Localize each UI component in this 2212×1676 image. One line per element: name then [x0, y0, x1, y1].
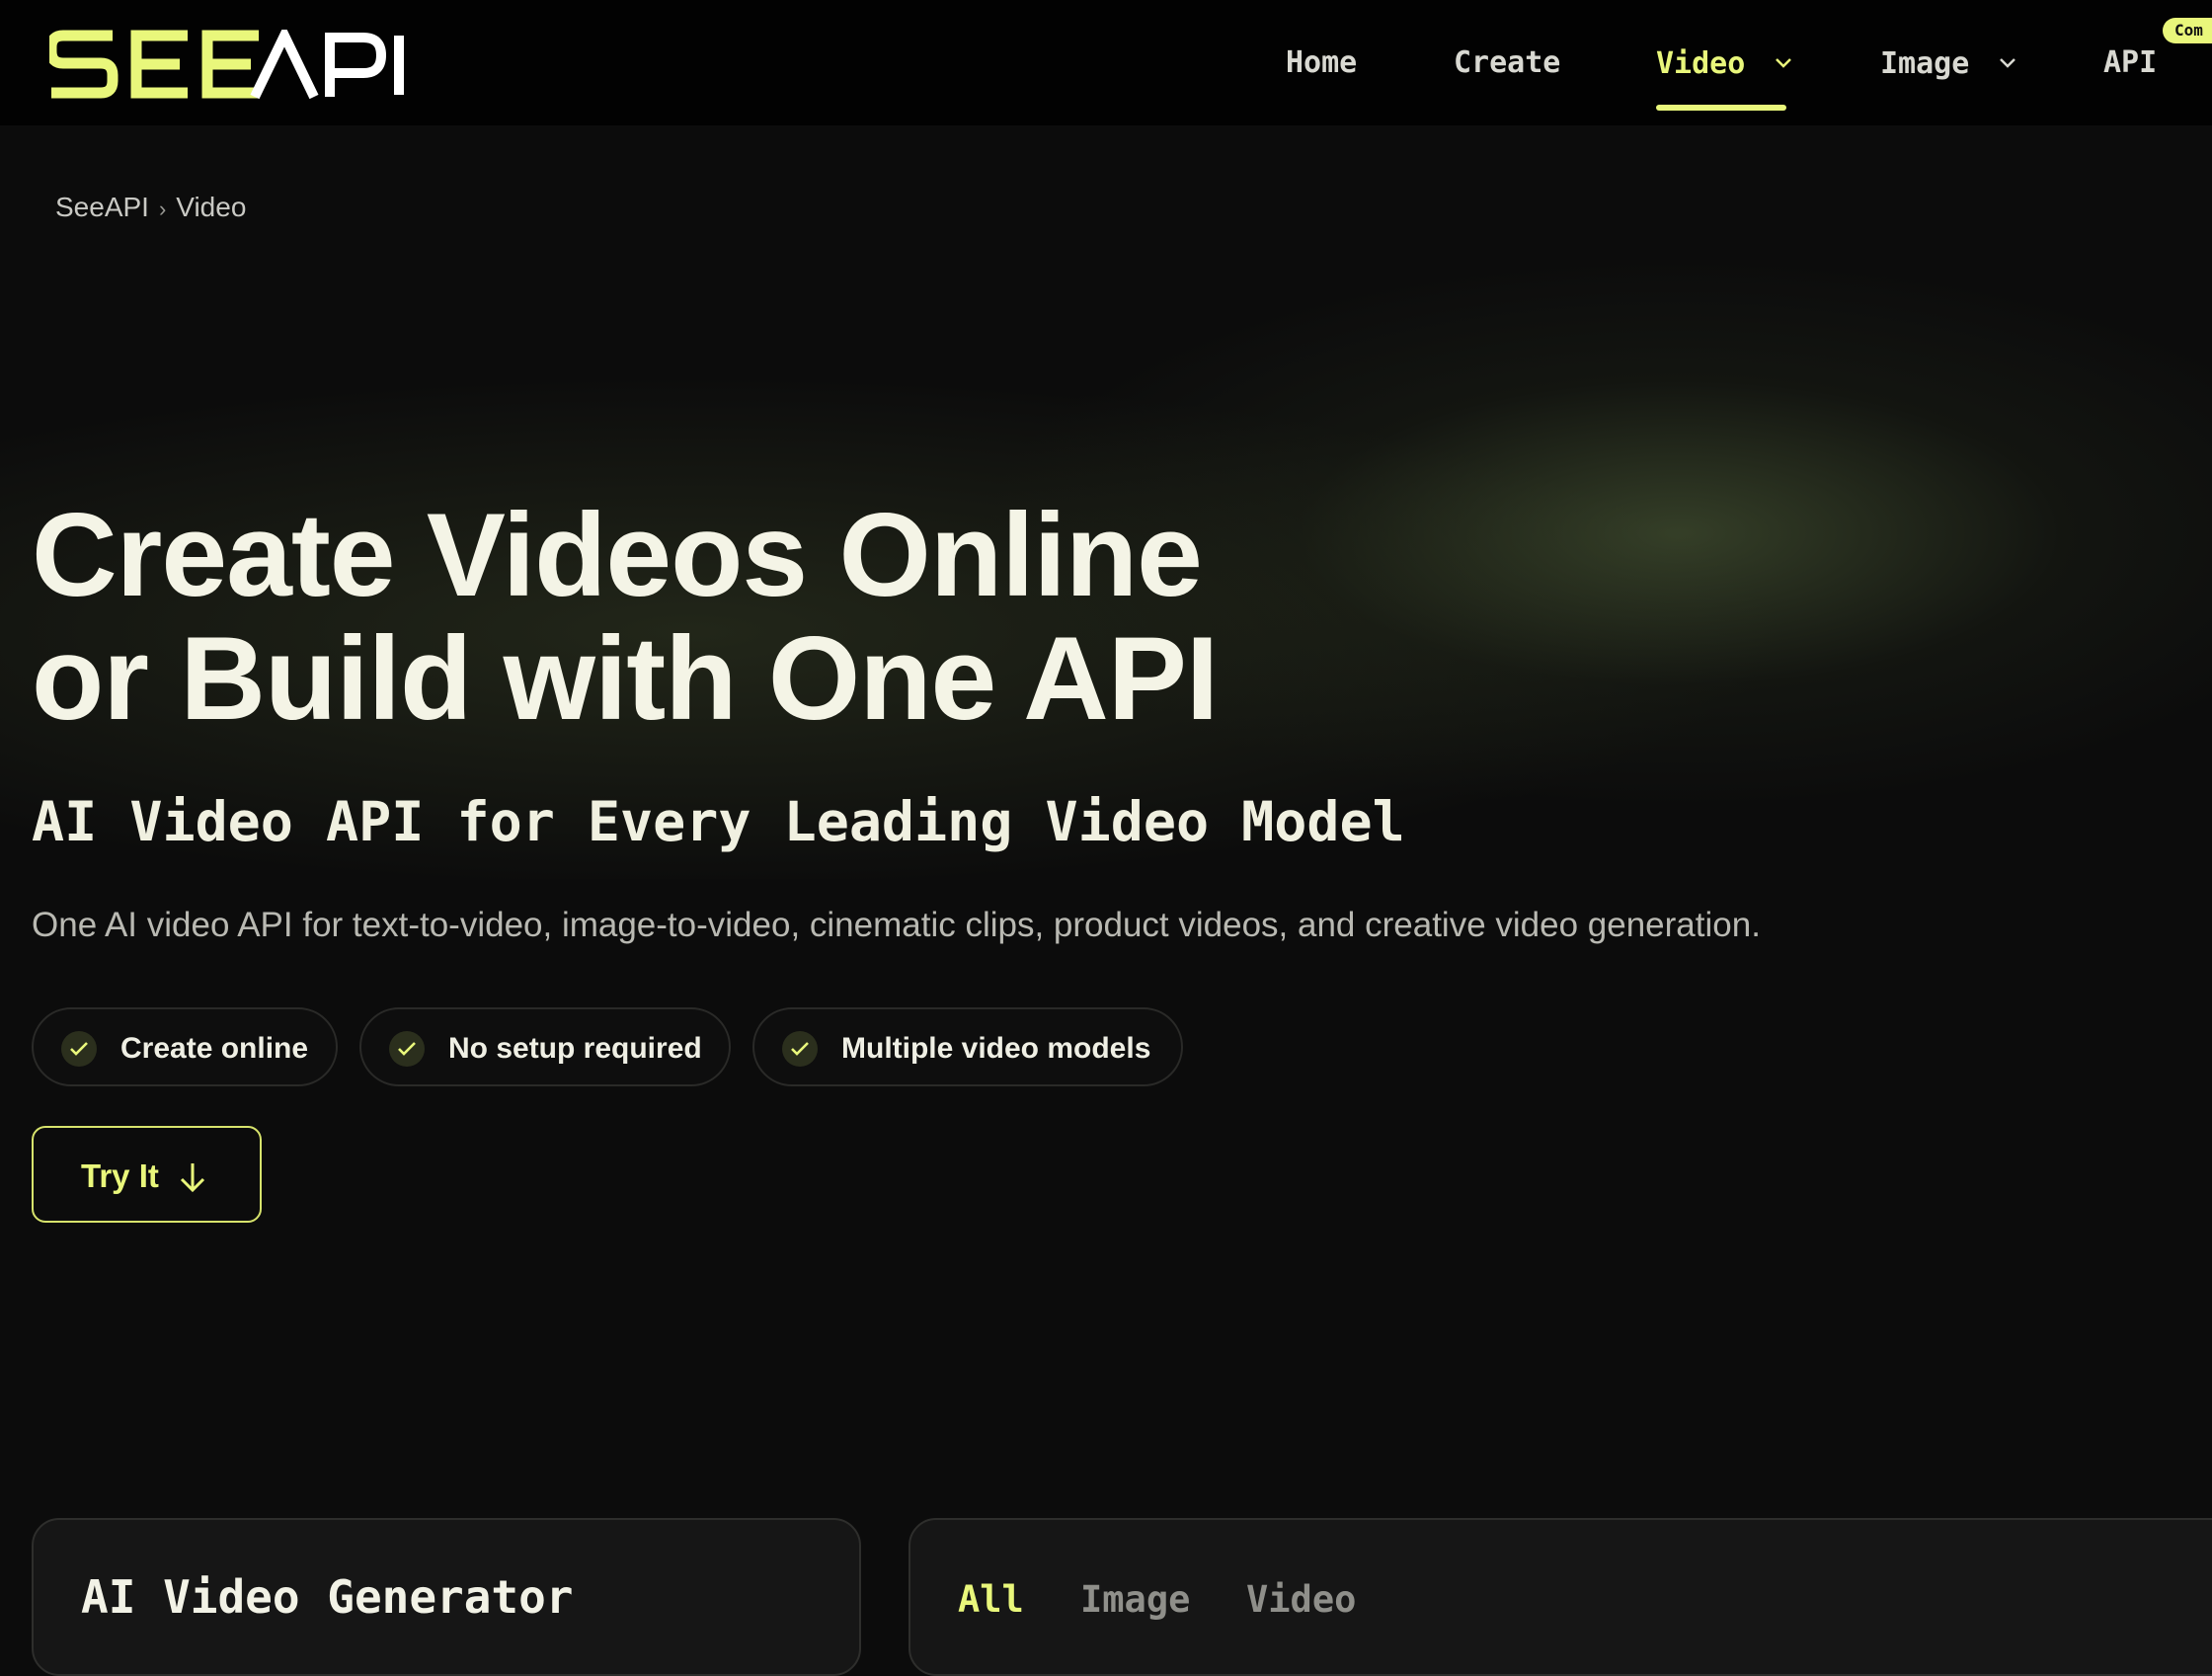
breadcrumb: SeeAPI › Video: [55, 188, 246, 227]
tab-video[interactable]: Video: [1246, 1575, 1356, 1625]
nav-home-label: Home: [1286, 45, 1358, 80]
check-icon: [782, 1031, 818, 1067]
chevron-right-icon: ›: [158, 197, 167, 221]
feature-chip-no-setup: No setup required: [359, 1007, 731, 1086]
hero-title-line-2: or Build with One API: [32, 612, 1219, 745]
nav-create[interactable]: Create: [1454, 43, 1560, 83]
ai-video-generator-panel: AI Video Generator: [32, 1518, 861, 1676]
hero-title-line-1: Create Videos Online: [32, 489, 1203, 621]
breadcrumb-home-link[interactable]: SeeAPI: [55, 192, 149, 222]
feature-chip-multiple-models: Multiple video models: [752, 1007, 1183, 1086]
status-badge: Com: [2163, 18, 2212, 43]
nav-create-label: Create: [1454, 45, 1561, 80]
arrow-down-icon: [178, 1161, 207, 1201]
hero-description: One AI video API for text-to-video, imag…: [32, 906, 1761, 944]
nav-video[interactable]: Video: [1656, 43, 1792, 83]
chevron-down-icon: [1999, 43, 2016, 83]
feature-chip-create-online: Create online: [32, 1007, 338, 1086]
status-badge-label: Com: [2174, 21, 2203, 40]
top-navigation-bar: Home Create Video Image API Com: [0, 0, 2212, 125]
feature-chip-label: Multiple video models: [841, 1032, 1151, 1065]
nav-api-label: API: [2103, 45, 2158, 80]
seeapi-logo[interactable]: [49, 30, 405, 99]
nav-video-label: Video: [1656, 46, 1746, 81]
try-it-label: Try It: [81, 1157, 159, 1194]
check-icon: [389, 1031, 425, 1067]
tab-all[interactable]: All: [958, 1575, 1024, 1625]
hero-title: Create Videos Online or Build with One A…: [32, 494, 1414, 741]
tab-image[interactable]: Image: [1080, 1575, 1190, 1625]
seeapi-logo-mark: [49, 30, 404, 99]
nav-active-indicator: [1656, 105, 1786, 111]
chevron-down-icon: [1775, 43, 1792, 83]
breadcrumb-current: Video: [176, 192, 247, 222]
feature-chip-label: Create online: [120, 1032, 309, 1065]
nav-image-label: Image: [1880, 46, 1970, 81]
feature-chip-label: No setup required: [448, 1032, 702, 1065]
nav-api[interactable]: API: [2103, 43, 2157, 83]
gallery-filter-panel: All Image Video: [908, 1518, 2212, 1676]
nav-image[interactable]: Image: [1880, 43, 2016, 83]
nav-home[interactable]: Home: [1286, 43, 1357, 83]
generator-panel-title: AI Video Generator: [81, 1570, 574, 1624]
check-icon: [61, 1031, 97, 1067]
try-it-button[interactable]: Try It: [32, 1126, 262, 1223]
hero-subtitle: AI Video API for Every Leading Video Mod…: [32, 790, 1405, 853]
